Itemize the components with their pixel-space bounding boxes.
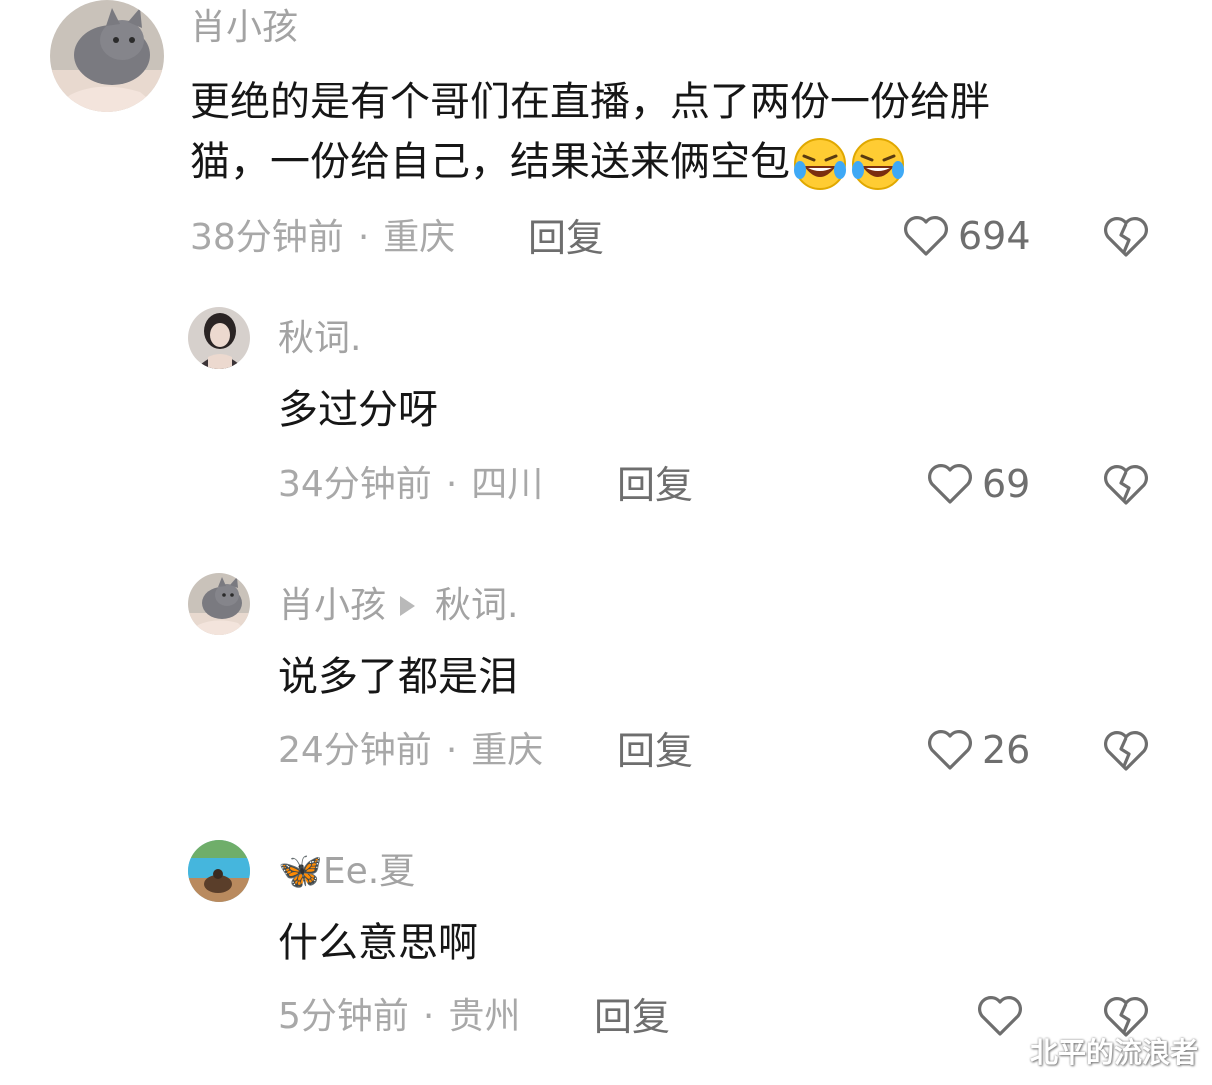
comment-text: 更绝的是有个哥们在直播，点了两份一份给胖: [190, 72, 990, 132]
comment-meta: 38分钟前 · 重庆: [190, 220, 455, 256]
reply-header: 肖小孩 秋词.: [278, 588, 518, 624]
reply-button[interactable]: 回复: [617, 732, 693, 770]
reply-username[interactable]: 🦋Ee.夏: [278, 854, 415, 890]
reply-meta: 34分钟前 · 四川: [278, 467, 543, 503]
reply-location: 重庆: [471, 730, 544, 771]
like-button[interactable]: [976, 994, 1032, 1038]
like-button[interactable]: 26: [926, 728, 1030, 772]
reply-username[interactable]: 肖小孩: [278, 588, 386, 624]
reply-location: 贵州: [448, 996, 521, 1037]
rofl-emoji-icon: [850, 136, 906, 192]
avatar-qiuci[interactable]: [188, 307, 250, 369]
reply-to-username[interactable]: 秋词.: [435, 588, 518, 624]
broken-heart-icon: [1104, 465, 1148, 505]
cat-avatar-image: [188, 573, 250, 635]
reply-username[interactable]: 秋词.: [278, 321, 361, 357]
meta-dot: ·: [357, 217, 370, 258]
comment-text-line2: 猫，一份给自己，结果送来俩空包: [190, 139, 790, 185]
dislike-button[interactable]: [1102, 462, 1150, 508]
heart-outline-icon: [928, 464, 972, 504]
reply-text: 说多了都是泪: [278, 654, 518, 700]
heart-outline-icon: [928, 730, 972, 770]
girl-avatar-image: [188, 307, 250, 369]
comment-time: 38分钟前: [190, 217, 344, 258]
comment-location: 重庆: [383, 217, 456, 258]
comment-text-line2-row: 猫，一份给自己，结果送来俩空包: [190, 132, 906, 192]
heart-outline-icon: [904, 216, 948, 256]
rofl-emoji-icon: [792, 136, 848, 192]
watermark: 北平的流浪者: [1029, 1036, 1198, 1069]
reply-button[interactable]: 回复: [617, 466, 693, 504]
meta-dot: ·: [445, 464, 458, 505]
dislike-button[interactable]: [1102, 214, 1150, 260]
reply-meta: 24分钟前 · 重庆: [278, 733, 543, 769]
reply-text: 多过分呀: [278, 387, 438, 433]
comment-text-line1: 更绝的是有个哥们在直播，点了两份一份给胖: [190, 79, 990, 125]
reply-meta: 5分钟前 · 贵州: [278, 999, 520, 1035]
dislike-button[interactable]: [1102, 728, 1150, 774]
reply-time: 24分钟前: [278, 730, 432, 771]
heart-outline-icon: [978, 996, 1022, 1036]
reply-time: 34分钟前: [278, 464, 432, 505]
broken-heart-icon: [1104, 217, 1148, 257]
comment-username[interactable]: 肖小孩: [190, 10, 298, 46]
like-button[interactable]: 69: [926, 462, 1030, 506]
reply-time: 5分钟前: [278, 996, 409, 1037]
play-arrow-icon: [400, 596, 416, 616]
reply-button[interactable]: 回复: [528, 219, 604, 257]
like-count: 26: [982, 728, 1031, 772]
avatar-eexia[interactable]: [188, 840, 250, 902]
meta-dot: ·: [445, 730, 458, 771]
like-button[interactable]: 694: [902, 214, 1031, 258]
pool-avatar-image: [188, 840, 250, 902]
reply-location: 四川: [471, 464, 544, 505]
avatar-xiaoxiaohai[interactable]: [50, 0, 164, 112]
reply-button[interactable]: 回复: [594, 998, 670, 1036]
like-count: 694: [958, 214, 1031, 258]
like-count: 69: [982, 462, 1031, 506]
avatar-xiaoxiaohai-small[interactable]: [188, 573, 250, 635]
cat-avatar-image: [50, 0, 164, 112]
meta-dot: ·: [422, 996, 435, 1037]
reply-text: 什么意思啊: [278, 920, 478, 966]
broken-heart-icon: [1104, 731, 1148, 771]
